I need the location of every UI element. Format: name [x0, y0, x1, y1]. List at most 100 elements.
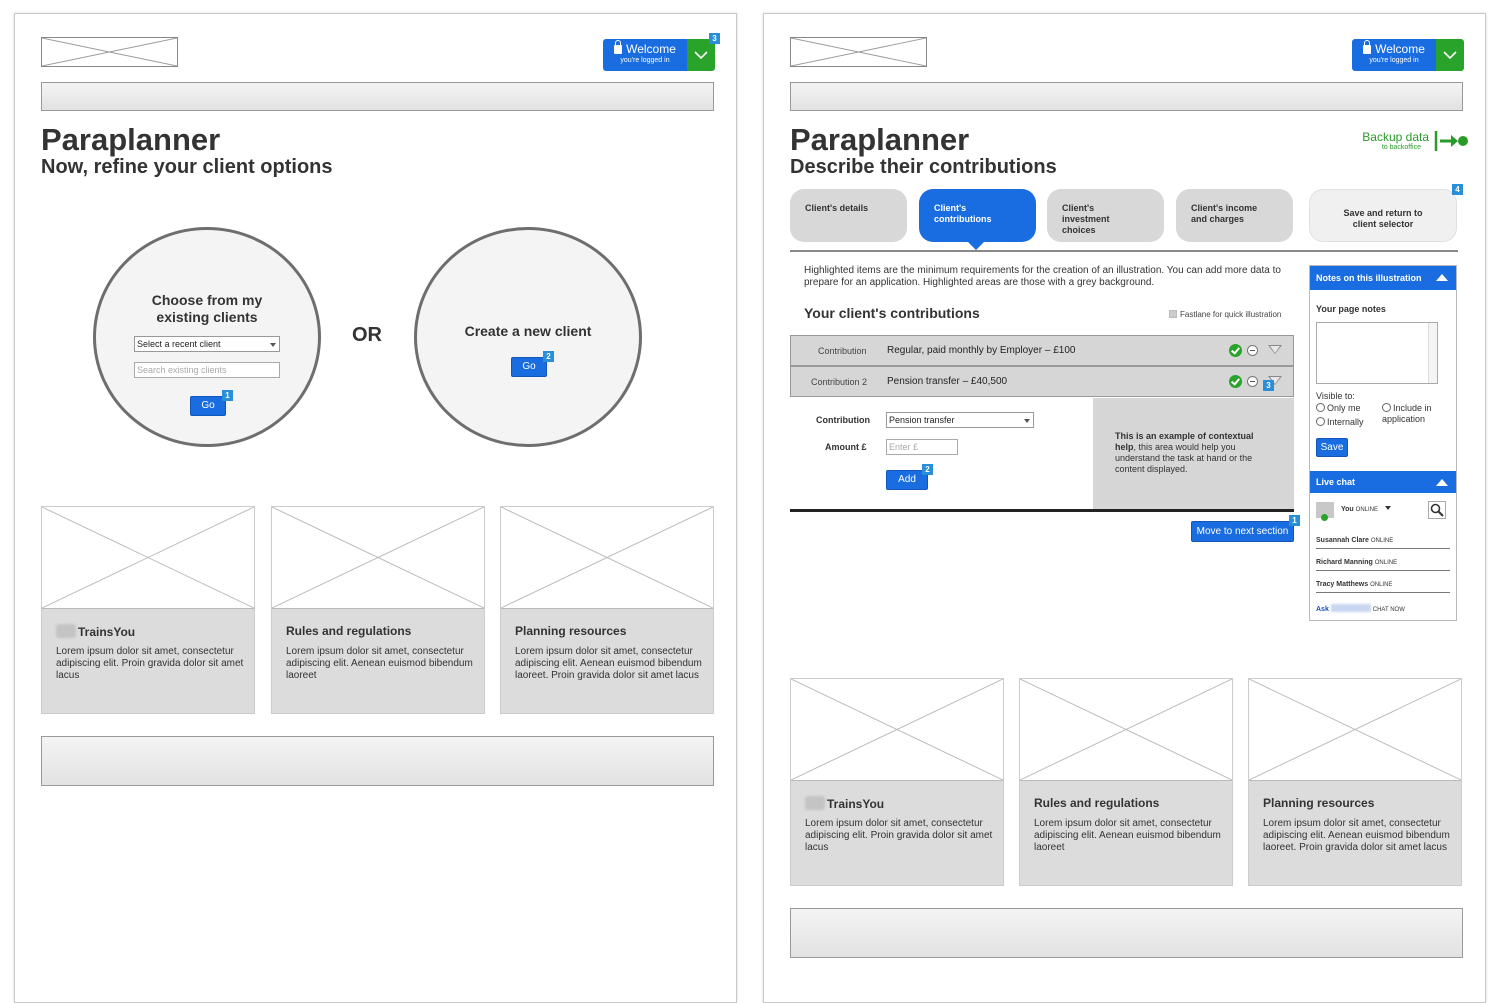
scrollbar[interactable]: [1428, 323, 1437, 383]
contribution-type-value: Pension transfer: [889, 415, 955, 425]
lock-icon: [1363, 40, 1372, 54]
lock-icon: [614, 40, 623, 54]
welcome-dropdown-button[interactable]: [1436, 39, 1464, 71]
next-section-button[interactable]: Move to next section: [1191, 521, 1294, 542]
annotation-badge: 1: [1289, 515, 1300, 526]
card-image-placeholder: [1249, 679, 1461, 781]
existing-client-panel: Choose from my existing clients Select a…: [93, 227, 321, 447]
remove-icon[interactable]: [1247, 376, 1258, 387]
welcome-subtitle: you're logged in: [620, 57, 670, 64]
collapse-icon[interactable]: [1436, 479, 1448, 486]
fastlane-label: Fastlane for quick illustration: [1180, 310, 1282, 319]
you-online-label: ONLINE: [1355, 507, 1378, 513]
backup-data-button[interactable]: Backup data to backoffice: [1359, 127, 1469, 157]
card-image-placeholder: [1020, 679, 1232, 781]
chat-person[interactable]: Richard Manning ONLINE: [1316, 559, 1450, 571]
page-title: Paraplanner: [790, 122, 970, 157]
logo-placeholder: [790, 37, 927, 67]
chat-person[interactable]: Susannah Clare ONLINE: [1316, 537, 1450, 549]
chat-person-name: Tracy Matthews: [1316, 581, 1369, 588]
page-title: Paraplanner: [41, 122, 221, 157]
contribution-label: Contribution: [818, 346, 867, 356]
navigation-bar: [41, 82, 714, 111]
card-image-placeholder: [791, 679, 1003, 781]
welcome-button[interactable]: Welcome you're logged in: [1352, 39, 1436, 71]
recent-client-select-value: Select a recent client: [137, 339, 221, 349]
annotation-badge: 2: [922, 464, 933, 475]
notes-header[interactable]: Notes on this illustration: [1310, 266, 1456, 290]
search-icon: [1430, 503, 1444, 517]
intro-text: Highlighted items are the minimum requir…: [804, 265, 1281, 288]
only-me-radio[interactable]: Only me: [1316, 403, 1361, 413]
backup-subtitle: to backoffice: [1381, 144, 1421, 151]
blurred-name: [1330, 604, 1371, 612]
chat-person[interactable]: Tracy Matthews ONLINE: [1316, 581, 1450, 593]
internally-radio[interactable]: Internally: [1316, 417, 1364, 427]
chat-person-status: ONLINE: [1374, 560, 1398, 566]
resource-card-rules[interactable]: Rules and regulations Lorem ipsum dolor …: [271, 506, 485, 714]
contribution-row[interactable]: Contribution 2 Pension transfer – £40,50…: [790, 366, 1294, 397]
resource-card-trainsyou[interactable]: TrainsYou Lorem ipsum dolor sit amet, co…: [790, 678, 1004, 886]
chat-search-button[interactable]: [1428, 501, 1446, 519]
notes-save-button[interactable]: Save: [1316, 438, 1348, 457]
footer-bar: [790, 908, 1463, 958]
existing-go-button[interactable]: Go: [190, 396, 226, 416]
tab-investment-choices[interactable]: Client's investment choices: [1047, 189, 1164, 242]
tab-income-charges[interactable]: Client's income and charges: [1176, 189, 1293, 242]
resource-card-planning[interactable]: Planning resources Lorem ipsum dolor sit…: [500, 506, 714, 714]
tab-clients-contributions[interactable]: Client's contributions: [919, 189, 1036, 250]
footer-bar: [41, 736, 714, 786]
tab-label: Client's contributions: [934, 203, 992, 224]
card-text: Lorem ipsum dolor sit amet, consectetur …: [286, 646, 473, 681]
contribution-row[interactable]: Contribution Regular, paid monthly by Em…: [790, 335, 1294, 366]
you-status[interactable]: You ONLINE: [1341, 506, 1391, 513]
recent-client-select[interactable]: Select a recent client: [134, 336, 280, 352]
welcome-button[interactable]: Welcome you're logged in: [603, 39, 687, 71]
ask-chat-link[interactable]: Ask CHAT NOW: [1316, 604, 1405, 613]
existing-client-title: Choose from my existing clients: [151, 292, 263, 325]
resource-card-trainsyou[interactable]: TrainsYou Lorem ipsum dolor sit amet, co…: [41, 506, 255, 714]
collapse-icon[interactable]: [1436, 274, 1448, 281]
card-image-placeholder: [501, 507, 713, 609]
radio-icon[interactable]: [1382, 403, 1391, 412]
tab-divider: [790, 250, 1458, 252]
include-radio[interactable]: Include in application: [1382, 403, 1452, 425]
section-divider: [790, 509, 1294, 512]
card-text: Lorem ipsum dolor sit amet, consectetur …: [1263, 818, 1450, 853]
contextual-help-text: , this area would help you understand th…: [1115, 442, 1253, 474]
resource-card-planning[interactable]: Planning resources Lorem ipsum dolor sit…: [1248, 678, 1462, 886]
chat-now-label: CHAT NOW: [1372, 607, 1405, 613]
welcome-menu[interactable]: Welcome you're logged in 3: [603, 33, 720, 71]
fastlane-option[interactable]: Fastlane for quick illustration: [1169, 310, 1281, 319]
card-title: Rules and regulations: [1034, 796, 1160, 810]
you-label: You: [1341, 506, 1354, 513]
contribution-type-select[interactable]: Pension transfer: [886, 412, 1034, 428]
annotation-badge: 3: [1263, 380, 1274, 391]
save-return-button[interactable]: Save and return to client selector: [1309, 189, 1457, 242]
contributions-page: Welcome you're logged in Paraplanner Des…: [763, 13, 1486, 1003]
save-return-label: Save and return to client selector: [1343, 208, 1423, 229]
refine-options-page: Welcome you're logged in 3 Paraplanner N…: [14, 13, 737, 1003]
page-notes-textarea[interactable]: [1316, 322, 1438, 384]
visible-to-label: Visible to:: [1316, 391, 1355, 401]
remove-icon[interactable]: [1247, 345, 1258, 356]
resource-card-rules[interactable]: Rules and regulations Lorem ipsum dolor …: [1019, 678, 1233, 886]
annotation-badge: 3: [709, 33, 720, 44]
live-chat-header[interactable]: Live chat: [1310, 471, 1456, 493]
amount-input[interactable]: Enter £: [886, 439, 958, 455]
search-existing-clients-input[interactable]: Search existing clients: [134, 362, 280, 378]
or-separator: OR: [352, 324, 382, 346]
tab-clients-details[interactable]: Client's details: [790, 189, 907, 242]
dropdown-arrow-icon: [1024, 419, 1030, 423]
fastlane-checkbox[interactable]: [1169, 310, 1177, 318]
chevron-down-icon: [694, 50, 708, 59]
expand-icon[interactable]: [1268, 345, 1282, 354]
welcome-menu[interactable]: Welcome you're logged in: [1352, 39, 1464, 71]
backup-title: Backup data: [1362, 130, 1429, 144]
create-go-button[interactable]: Go: [511, 357, 547, 377]
welcome-title: Welcome: [1375, 42, 1425, 56]
radio-icon[interactable]: [1316, 403, 1325, 412]
navigation-bar: [790, 82, 1463, 111]
card-title: Planning resources: [1263, 796, 1375, 810]
radio-icon[interactable]: [1316, 417, 1325, 426]
